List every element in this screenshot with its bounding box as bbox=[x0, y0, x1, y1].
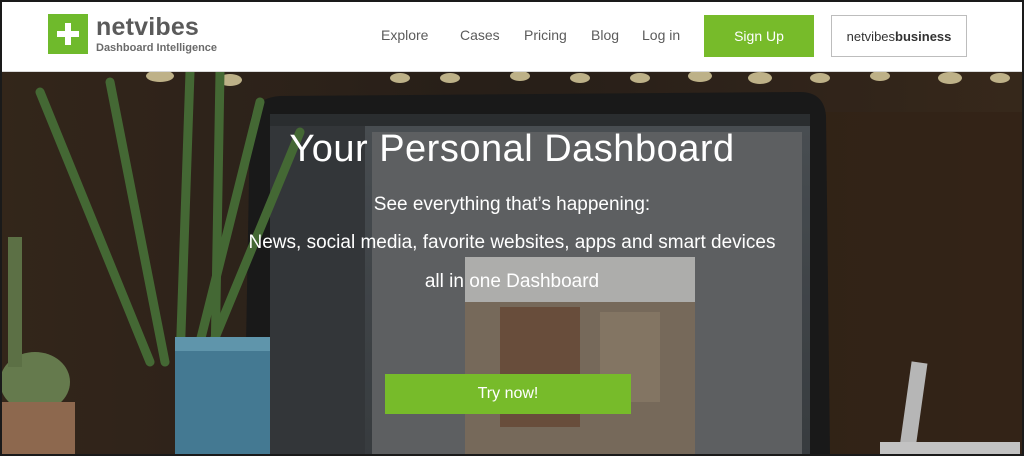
hero-subtitle-line3: all in one Dashboard bbox=[424, 271, 600, 292]
logo[interactable]: netvibes Dashboard Intelligence bbox=[48, 14, 217, 54]
hero-subtitle-line1: See everything that’s happening: bbox=[373, 194, 651, 215]
logo-tagline: Dashboard Intelligence bbox=[96, 41, 218, 54]
nav-pricing[interactable]: Pricing bbox=[524, 27, 567, 43]
try-now-button[interactable]: Try now! bbox=[385, 374, 631, 414]
signup-button[interactable]: Sign Up bbox=[704, 15, 814, 57]
hero-section: Your Personal Dashboard See everything t… bbox=[0, 72, 1024, 456]
nav-login[interactable]: Log in bbox=[642, 27, 680, 43]
logo-name: netvibes bbox=[96, 12, 200, 41]
hero-subtitle-line2: News, social media, favorite websites, a… bbox=[248, 232, 776, 253]
site-header: netvibes Dashboard Intelligence Explore … bbox=[0, 0, 1024, 72]
nav-cases[interactable]: Cases bbox=[460, 27, 500, 43]
nav-blog[interactable]: Blog bbox=[591, 27, 619, 43]
hero-title: Your Personal Dashboard bbox=[289, 128, 735, 170]
nav-explore[interactable]: Explore bbox=[381, 27, 428, 43]
business-label-prefix: netvibes bbox=[846, 28, 896, 44]
logo-text: netvibes Dashboard Intelligence bbox=[96, 12, 218, 54]
netvibes-business-button[interactable]: netvibes business bbox=[831, 15, 967, 57]
business-label-bold: business bbox=[895, 28, 952, 44]
netvibes-plus-logo-icon bbox=[48, 14, 88, 54]
